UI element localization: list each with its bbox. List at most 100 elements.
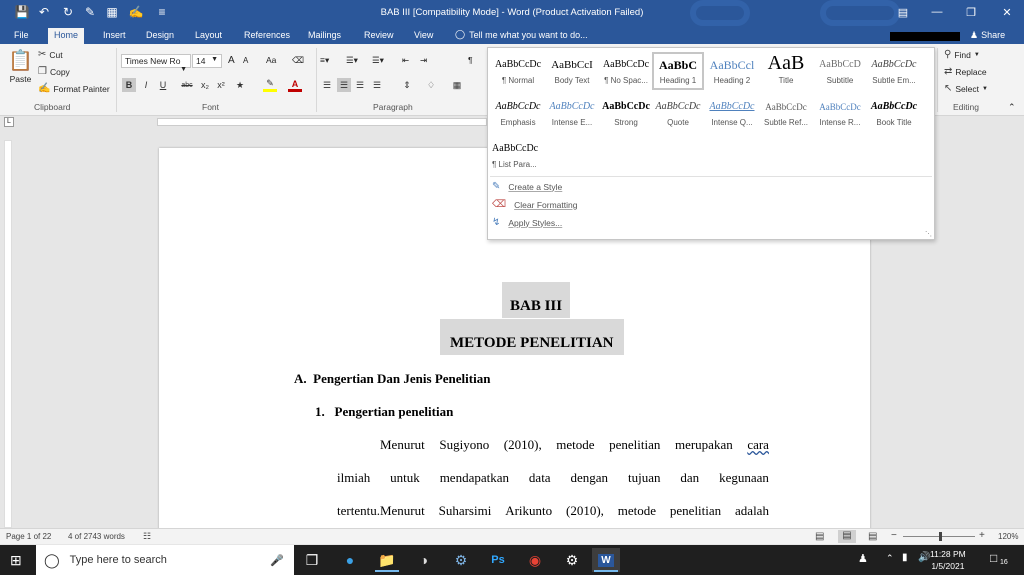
zoom-in-icon[interactable]: + bbox=[979, 530, 985, 541]
superscript-button[interactable]: x² bbox=[214, 78, 228, 92]
paste-button[interactable]: 📋 Paste bbox=[8, 48, 33, 84]
tab-layout[interactable]: Layout bbox=[189, 28, 228, 44]
italic-button[interactable]: I bbox=[139, 78, 153, 92]
tab-selector-icon[interactable]: L bbox=[4, 117, 14, 127]
zoom-thumb[interactable] bbox=[939, 532, 942, 541]
apply-styles-command[interactable]: ↯ Apply Styles... bbox=[492, 217, 562, 228]
style-book-title[interactable]: AaBbCcDc Book Title bbox=[868, 96, 920, 134]
style-intense-reference[interactable]: AaBbCcDc Intense R... bbox=[814, 96, 866, 134]
proofing-icon[interactable]: ☷ bbox=[143, 531, 151, 542]
format-painter-button[interactable]: ✍ Format Painter bbox=[38, 83, 110, 94]
tab-insert[interactable]: Insert bbox=[97, 28, 132, 44]
style-subtle-emphasis[interactable]: AaBbCcDc Subtle Em... bbox=[868, 54, 920, 92]
bullets-icon[interactable]: ≡▾ bbox=[320, 55, 329, 66]
battery-icon[interactable]: ▮ bbox=[902, 552, 908, 563]
resize-grip-icon[interactable]: ⋱ bbox=[925, 230, 932, 238]
style-heading-2[interactable]: AaBbCcl Heading 2 bbox=[706, 54, 758, 92]
word-taskbar-icon[interactable]: W bbox=[592, 548, 620, 572]
customize-qa-icon[interactable]: ≡ bbox=[154, 4, 170, 20]
zoom-level[interactable]: 120% bbox=[998, 532, 1018, 541]
borders-icon[interactable]: ▦ bbox=[450, 78, 464, 92]
change-case-button[interactable]: Aa bbox=[266, 55, 276, 65]
font-family-combo[interactable]: Times New Ro ▼ bbox=[121, 54, 191, 73]
paragraph-line[interactable]: tertentu.Menurut Suharsimi Arikunto (201… bbox=[337, 503, 769, 519]
paragraph-line[interactable]: ilmiah untuk mendapatkan data dengan tuj… bbox=[337, 470, 769, 486]
app-icon[interactable]: ⚙ bbox=[447, 548, 475, 572]
photoshop-icon[interactable]: Ps bbox=[484, 548, 512, 572]
tab-home[interactable]: Home bbox=[48, 28, 85, 44]
tab-view[interactable]: View bbox=[408, 28, 439, 44]
underline-button[interactable]: U bbox=[156, 78, 170, 92]
tab-review[interactable]: Review bbox=[358, 28, 400, 44]
align-right-icon[interactable]: ☰ bbox=[353, 78, 367, 92]
vertical-ruler[interactable] bbox=[4, 140, 12, 528]
touch-mode-icon[interactable]: ▦ bbox=[104, 4, 120, 20]
restore-icon[interactable]: ❐ bbox=[960, 4, 982, 20]
select-button[interactable]: ↖ Select ▼ bbox=[944, 83, 988, 94]
tell-me-box[interactable]: ◯ Tell me what you want to do... bbox=[455, 29, 588, 40]
undo-icon[interactable]: ↶ bbox=[36, 4, 52, 20]
share-button[interactable]: ♟ Share bbox=[966, 28, 1014, 42]
taskbar-search[interactable]: ◯ Type here to search 🎤 bbox=[36, 545, 294, 575]
line-spacing-icon[interactable]: ⇕ bbox=[400, 78, 414, 92]
chapter-title[interactable]: METODE PENELITIAN bbox=[440, 319, 624, 355]
paragraph-line[interactable]: Menurut Sugiyono (2010), metode peneliti… bbox=[380, 437, 769, 453]
read-mode-icon[interactable]: ▤ bbox=[815, 531, 824, 542]
decrease-indent-icon[interactable]: ⇤ bbox=[402, 55, 409, 66]
style-title[interactable]: AaB Title bbox=[760, 48, 812, 86]
numbering-icon[interactable]: ☰▾ bbox=[346, 55, 358, 66]
find-button[interactable]: ⚲ Find ▼ bbox=[944, 49, 980, 60]
multilevel-list-icon[interactable]: ☰▾ bbox=[372, 55, 384, 66]
notifications-icon[interactable]: □ bbox=[990, 551, 997, 565]
justify-icon[interactable]: ☰ bbox=[370, 78, 384, 92]
style-no-spacing[interactable]: AaBbCcDc ¶ No Spac... bbox=[600, 54, 652, 92]
clear-formatting-icon[interactable]: ⌫ bbox=[292, 55, 304, 66]
file-explorer-icon[interactable]: 📁 bbox=[373, 548, 401, 572]
word-count[interactable]: 4 of 2743 words bbox=[68, 532, 125, 541]
strikethrough-button[interactable]: abc bbox=[180, 78, 194, 92]
show-hidden-icons[interactable]: ⌃ bbox=[886, 553, 894, 564]
style-heading-1[interactable]: AaBbC Heading 1 bbox=[652, 52, 704, 90]
style-intense-quote[interactable]: AaBbCcDc Intense Q... bbox=[706, 96, 758, 134]
collapse-ribbon-icon[interactable]: ⌃ bbox=[1008, 102, 1016, 113]
tab-file[interactable]: File bbox=[8, 28, 35, 44]
increase-indent-icon[interactable]: ⇥ bbox=[420, 55, 427, 66]
style-strong[interactable]: AaBbCcDc Strong bbox=[600, 96, 652, 134]
zoom-out-icon[interactable]: − bbox=[891, 530, 897, 541]
tab-design[interactable]: Design bbox=[140, 28, 180, 44]
paint-icon[interactable]: ◑ bbox=[410, 548, 438, 572]
people-icon[interactable]: ♟ bbox=[858, 552, 868, 565]
settings-icon[interactable]: ⚙ bbox=[558, 548, 586, 572]
taskbar-clock[interactable]: 11:28 PM 1/5/2021 bbox=[930, 548, 966, 572]
windows-start-icon[interactable]: ⊞ bbox=[10, 552, 22, 569]
new-document-icon[interactable]: ✎ bbox=[82, 4, 98, 20]
style-list-paragraph[interactable]: AaBbCcDc ¶ List Para... bbox=[492, 138, 548, 176]
highlight-icon[interactable]: ✎ bbox=[263, 78, 277, 92]
bold-button[interactable]: B bbox=[122, 78, 136, 92]
style-subtitle[interactable]: AaBbCcD Subtitle bbox=[814, 54, 866, 92]
align-left-icon[interactable]: ☰ bbox=[320, 78, 334, 92]
align-center-icon[interactable]: ☰ bbox=[337, 78, 351, 92]
tab-references[interactable]: References bbox=[238, 28, 296, 44]
chapter-heading[interactable]: BAB III bbox=[502, 282, 571, 318]
volume-icon[interactable]: 🔊 bbox=[918, 552, 930, 563]
style-emphasis[interactable]: AaBbCcDc Emphasis bbox=[492, 96, 544, 134]
font-size-combo[interactable]: 14 ▼ bbox=[192, 54, 222, 68]
create-style-command[interactable]: ✎ Create a Style bbox=[492, 181, 562, 192]
page-indicator[interactable]: Page 1 of 22 bbox=[6, 532, 51, 541]
save-icon[interactable]: 💾 bbox=[14, 4, 30, 20]
close-icon[interactable]: ✕ bbox=[996, 4, 1018, 20]
grow-font-button[interactable]: A bbox=[228, 55, 235, 66]
horizontal-ruler[interactable] bbox=[157, 118, 487, 126]
edge-browser-icon[interactable]: ● bbox=[336, 548, 364, 572]
shrink-font-button[interactable]: A bbox=[243, 56, 248, 65]
show-formatting-icon[interactable]: ¶ bbox=[468, 55, 473, 65]
replace-button[interactable]: ⇄ Replace bbox=[944, 66, 987, 77]
subsection-heading[interactable]: 1. Pengertian penelitian bbox=[315, 404, 453, 420]
section-heading[interactable]: A. Pengertian Dan Jenis Penelitian bbox=[294, 371, 490, 387]
style-body-text[interactable]: AaBbCcI Body Text bbox=[546, 54, 598, 92]
font-color-button[interactable]: A bbox=[288, 78, 302, 92]
chrome-icon[interactable]: ◉ bbox=[521, 548, 549, 572]
web-layout-icon[interactable]: ▤ bbox=[868, 531, 877, 542]
redo-icon[interactable]: ↻ bbox=[60, 4, 76, 20]
